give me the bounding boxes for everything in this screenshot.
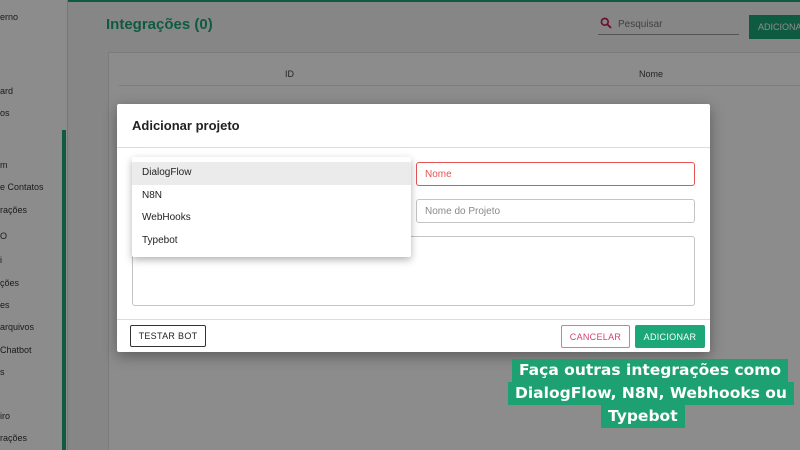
option-webhooks[interactable]: WebHooks	[132, 207, 411, 230]
dialog-footer-divider	[117, 319, 710, 320]
integration-type-dropdown: DialogFlow N8N WebHooks Typebot	[132, 157, 411, 257]
option-dialogflow[interactable]: DialogFlow	[132, 162, 411, 185]
caption-line-1: Faça outras integrações como	[512, 359, 789, 382]
project-name-field[interactable]	[416, 199, 695, 223]
dialog-title: Adicionar projeto	[132, 118, 240, 133]
dialog-header-divider	[117, 147, 710, 148]
add-button[interactable]: ADICIONAR	[635, 325, 705, 348]
cancel-button[interactable]: CANCELAR	[561, 325, 630, 348]
caption-line-3: Typebot	[601, 405, 685, 428]
test-bot-button[interactable]: TESTAR BOT	[130, 325, 206, 347]
name-field[interactable]	[416, 162, 695, 186]
option-typebot[interactable]: Typebot	[132, 230, 411, 253]
caption-line-2: DialogFlow, N8N, Webhooks ou	[508, 382, 794, 405]
option-n8n[interactable]: N8N	[132, 185, 411, 208]
